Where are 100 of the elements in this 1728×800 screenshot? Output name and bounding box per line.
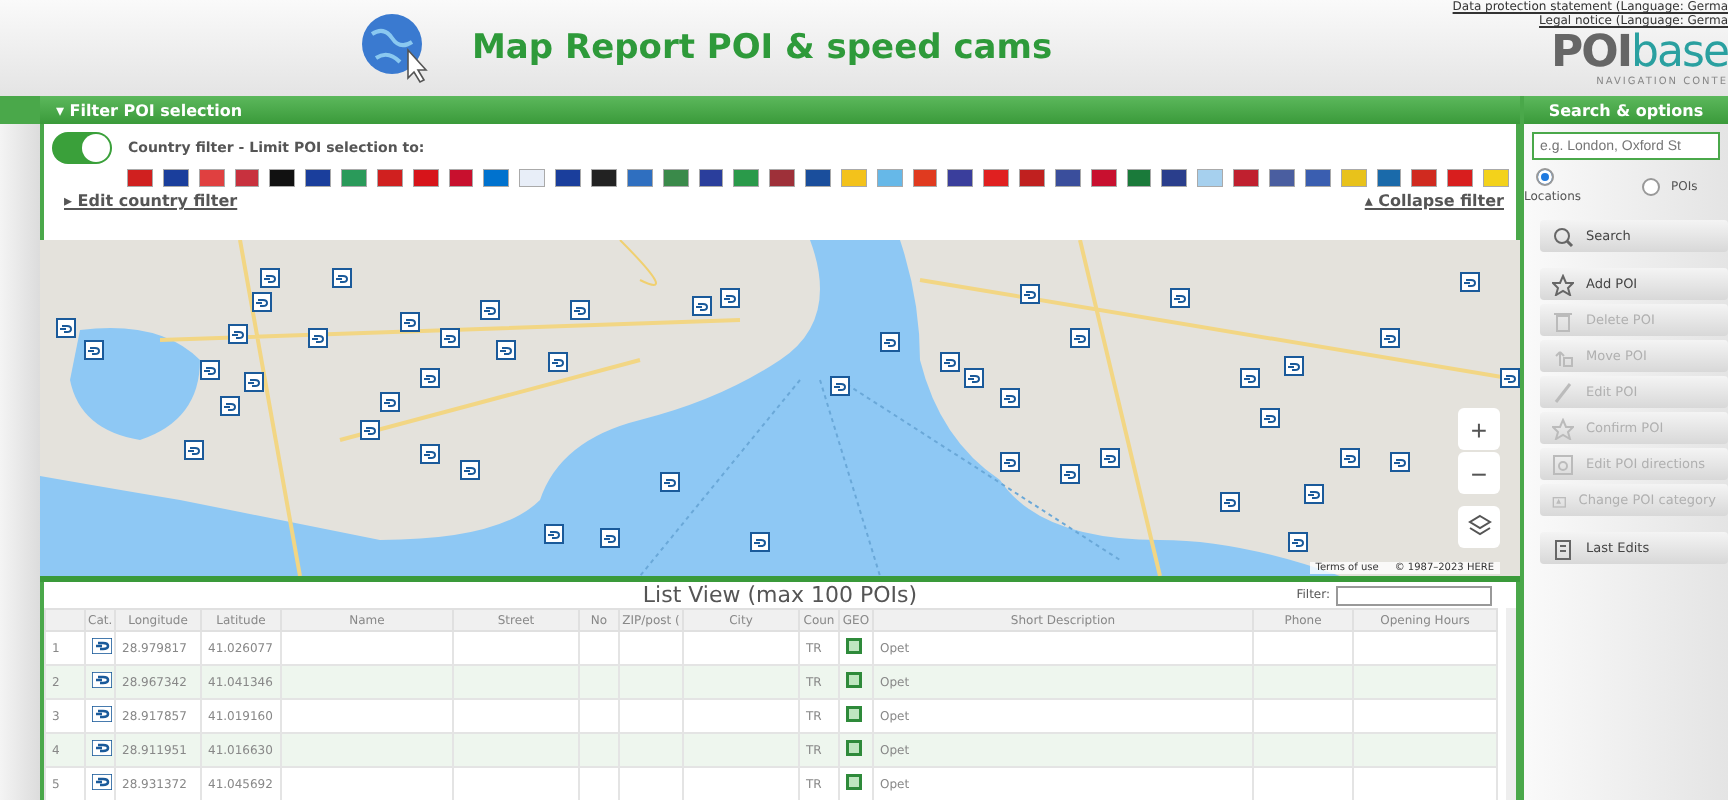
flag-icon[interactable] [948,170,973,186]
speed-camera-marker[interactable] [830,376,850,396]
zoom-out-button[interactable]: − [1458,452,1500,494]
speed-camera-icon [968,373,980,383]
speed-camera-marker[interactable] [1100,448,1120,468]
speed-camera-icon [88,345,100,355]
speed-camera-marker[interactable] [420,444,440,464]
radio-button[interactable] [1536,168,1554,186]
speed-camera-marker[interactable] [228,324,248,344]
speed-camera-marker[interactable] [964,368,984,388]
speed-camera-icon [1504,373,1516,383]
speed-camera-marker[interactable] [480,300,500,320]
speed-camera-marker[interactable] [460,460,480,480]
speed-camera-icon [548,529,560,539]
speed-camera-icon [834,381,846,391]
speed-camera-marker[interactable] [1500,368,1520,388]
speed-camera-marker[interactable] [1460,272,1480,292]
speed-camera-marker[interactable] [244,372,264,392]
speed-camera-marker[interactable] [200,360,220,380]
flag-icon[interactable] [591,170,616,186]
speed-camera-icon [1074,333,1086,343]
radio-button[interactable] [1641,177,1660,195]
speed-camera-marker[interactable] [1380,328,1400,348]
flag-icon[interactable] [1162,170,1187,186]
list-title: List View (max 100 POIs) [642,582,918,608]
search-icon [1552,225,1574,247]
collapse-filter-link[interactable]: ▴ Collapse filter [1364,192,1504,210]
speed-camera-icon [312,333,324,343]
speed-camera-marker[interactable] [1070,328,1090,348]
speed-camera-icon [664,477,676,487]
speed-camera-icon [1104,453,1116,463]
speed-camera-marker[interactable] [600,528,620,548]
speed-camera-marker[interactable] [940,352,960,372]
speed-camera-marker[interactable] [1390,452,1410,472]
speed-camera-marker[interactable] [1060,464,1080,484]
speed-camera-marker[interactable] [1284,356,1304,376]
speed-camera-marker[interactable] [720,288,740,308]
speed-camera-icon [464,465,476,475]
speed-camera-icon [1024,289,1036,299]
speed-camera-marker[interactable] [1020,284,1040,304]
section-header[interactable]: ▾ Filter POI selection [40,96,1520,124]
speed-camera-marker[interactable] [420,368,440,388]
speed-camera-marker[interactable] [1260,408,1280,428]
geo-icon[interactable] [846,774,862,790]
speed-camera-marker[interactable] [440,328,460,348]
speed-camera-marker[interactable] [1240,368,1260,388]
speed-camera-marker[interactable] [1000,388,1020,408]
add-icon [1552,273,1574,295]
speed-camera-icon [92,740,112,756]
speed-camera-marker[interactable] [56,318,76,338]
country-filter-toggle[interactable] [52,132,112,164]
speed-camera-marker[interactable] [1000,452,1020,472]
speed-camera-marker[interactable] [332,268,352,288]
speed-camera-marker[interactable] [220,396,240,416]
speed-camera-marker[interactable] [1288,532,1308,552]
geo-icon[interactable] [846,706,862,722]
speed-camera-marker[interactable] [260,268,280,288]
speed-camera-marker[interactable] [880,332,900,352]
speed-camera-icon [264,273,276,283]
speed-camera-icon [404,317,416,327]
edit-country-filter-link[interactable]: ▸ Edit country filter [64,192,238,210]
speed-camera-icon [424,449,436,459]
speed-camera-icon [944,357,956,367]
flag-icon[interactable] [306,170,331,186]
layers-button[interactable] [1458,506,1500,548]
speed-camera-marker[interactable] [380,392,400,412]
speed-camera-icon [384,397,396,407]
speed-camera-marker[interactable] [544,524,564,544]
geo-icon[interactable] [846,672,862,688]
speed-camera-marker[interactable] [570,300,590,320]
scrollbar[interactable] [1506,608,1516,800]
speed-camera-icon [92,672,112,688]
speed-camera-marker[interactable] [308,328,328,348]
directions-icon [1552,453,1574,475]
speed-camera-marker[interactable] [84,340,104,360]
flag-icon[interactable] [270,170,295,186]
speed-camera-marker[interactable] [496,340,516,360]
speed-camera-icon [188,445,200,455]
speed-camera-marker[interactable] [750,532,770,552]
speed-camera-marker[interactable] [184,440,204,460]
speed-camera-icon [1384,333,1396,343]
flag-icon[interactable] [699,170,723,186]
speed-camera-marker[interactable] [1220,492,1240,512]
geo-icon[interactable] [846,740,862,756]
speed-camera-marker[interactable] [400,312,420,332]
geo-icon[interactable] [846,638,862,654]
speed-camera-icon [1464,277,1476,287]
zoom-in-button[interactable]: + [1458,408,1500,450]
speed-camera-icon [754,537,766,547]
speed-camera-marker[interactable] [1304,484,1324,504]
speed-camera-marker[interactable] [1340,448,1360,468]
filter-input[interactable] [1336,585,1492,605]
speed-camera-marker[interactable] [1170,288,1190,308]
speed-camera-marker[interactable] [360,420,380,440]
speed-camera-marker[interactable] [660,472,680,492]
speed-camera-marker[interactable] [692,296,712,316]
edit-icon [1552,381,1574,403]
speed-camera-marker[interactable] [548,352,568,372]
speed-camera-marker[interactable] [252,292,272,312]
flag-icon[interactable] [163,170,188,186]
